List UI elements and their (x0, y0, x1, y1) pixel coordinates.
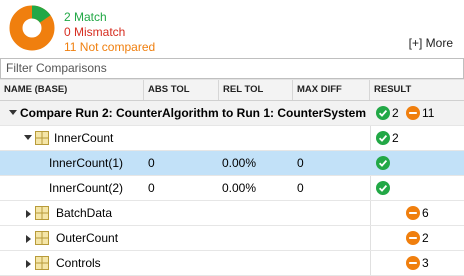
result-donut-chart (9, 5, 55, 51)
row-pass-count: 2 (392, 131, 399, 145)
column-header-abs-tol[interactable]: ABS TOL (144, 80, 219, 100)
column-header-name[interactable]: NAME (BASE) (0, 80, 144, 100)
run-not-compared-count: 11 (422, 106, 435, 120)
table-row-innercount-2[interactable]: InnerCount(2) 0 0.00% 0 (0, 176, 464, 201)
table-row-innercount-1[interactable]: InnerCount(1) 0 0.00% 0 (0, 151, 464, 176)
row-max-diff: 0 (297, 181, 304, 195)
pass-check-icon (376, 156, 390, 170)
run-name: Compare Run 2: CounterAlgorithm to Run 1… (20, 106, 367, 120)
table-row-innercount[interactable]: InnerCount 2 (0, 126, 464, 151)
collapse-arrow-icon[interactable] (24, 135, 32, 140)
row-max-diff: 0 (297, 156, 304, 170)
not-compared-count-label: 11 Not compared (64, 40, 156, 54)
row-name: InnerCount(2) (49, 181, 124, 195)
not-compared-icon (406, 256, 420, 270)
row-rel-tol: 0.00% (222, 156, 257, 170)
filter-comparisons-input[interactable] (1, 59, 446, 76)
mismatch-count-label: 0 Mismatch (64, 25, 126, 39)
run-pass-count: 2 (392, 106, 399, 120)
summary-legend: 2 Match 0 Mismatch 11 Not compared (64, 10, 155, 55)
table-header: NAME (BASE) ABS TOL REL TOL MAX DIFF RES… (0, 79, 464, 101)
pass-check-icon (376, 181, 390, 195)
expand-arrow-icon[interactable] (26, 210, 31, 218)
comparison-table: NAME (BASE) ABS TOL REL TOL MAX DIFF RES… (0, 79, 464, 276)
signal-group-icon (35, 231, 49, 245)
row-name: OuterCount (56, 231, 119, 245)
row-abs-tol: 0 (148, 181, 155, 195)
row-not-compared-count: 3 (422, 256, 429, 270)
column-header-max-diff[interactable]: MAX DIFF (293, 80, 370, 100)
row-name: Controls (56, 256, 101, 270)
row-not-compared-count: 2 (422, 231, 429, 245)
collapse-arrow-icon[interactable] (9, 110, 17, 115)
table-row-batchdata[interactable]: BatchData 6 (0, 201, 464, 226)
table-row-outercount[interactable]: OuterCount 2 (0, 226, 464, 251)
summary-panel: 2 Match 0 Mismatch 11 Not compared [+] M… (0, 0, 464, 58)
not-compared-icon (406, 231, 420, 245)
row-rel-tol: 0.00% (222, 181, 257, 195)
not-compared-icon (406, 106, 420, 120)
not-compared-icon (406, 206, 420, 220)
row-name: InnerCount (54, 131, 114, 145)
expand-arrow-icon[interactable] (26, 260, 31, 268)
signal-group-icon (35, 206, 49, 220)
column-header-rel-tol[interactable]: REL TOL (219, 80, 293, 100)
expand-arrow-icon[interactable] (26, 235, 31, 243)
signal-group-icon (35, 256, 49, 270)
more-button[interactable]: [+] More (409, 36, 453, 50)
row-abs-tol: 0 (148, 156, 155, 170)
pass-check-icon (376, 131, 390, 145)
pass-check-icon (376, 106, 390, 120)
row-not-compared-count: 6 (422, 206, 429, 220)
signal-group-icon (35, 131, 49, 145)
row-name: BatchData (56, 206, 113, 220)
match-count-label: 2 Match (64, 10, 107, 24)
filter-box[interactable] (0, 58, 464, 79)
table-row-run[interactable]: Compare Run 2: CounterAlgorithm to Run 1… (0, 101, 464, 126)
table-row-controls[interactable]: Controls 3 (0, 251, 464, 276)
column-header-result[interactable]: RESULT (370, 80, 464, 100)
row-name: InnerCount(1) (49, 156, 124, 170)
